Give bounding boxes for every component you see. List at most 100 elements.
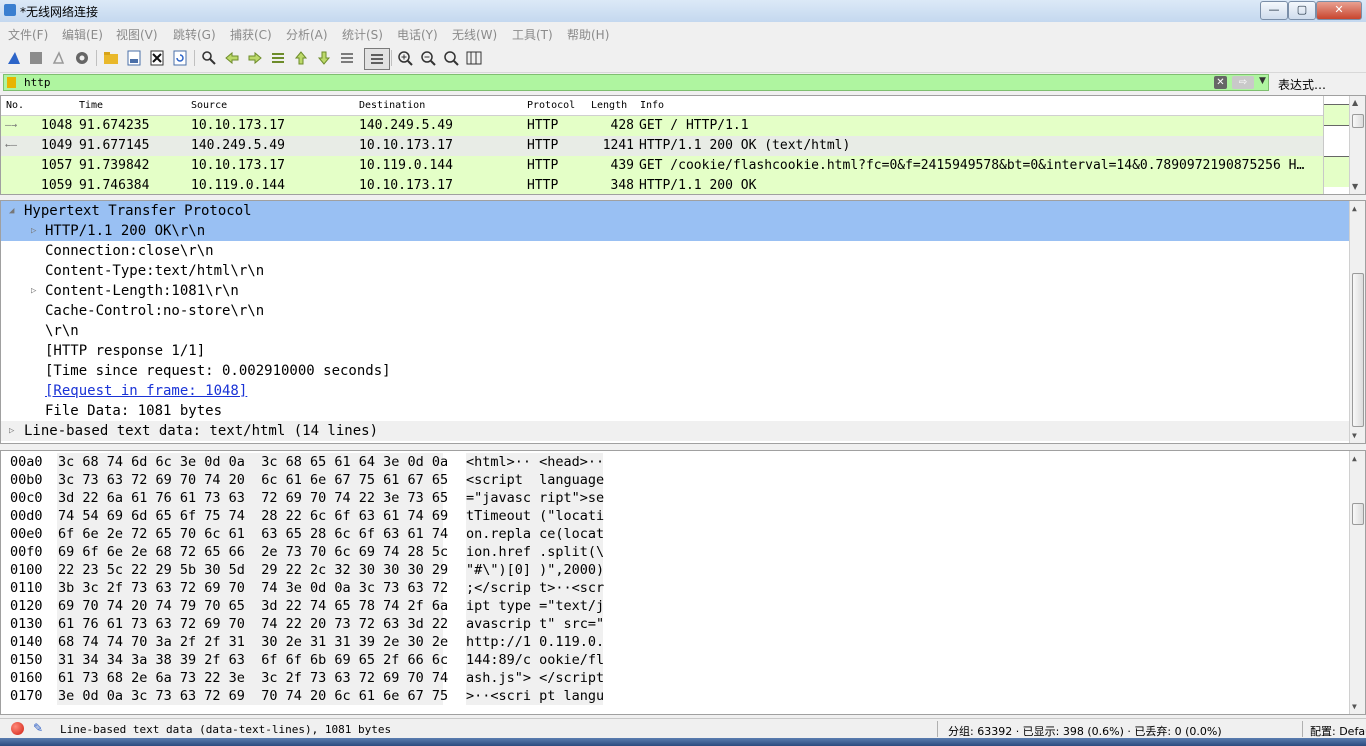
packet-list-scrollbar[interactable]: ▲ ▼ [1349, 96, 1365, 194]
hex-row[interactable]: 0110 3b 3c 2f 73 63 72 69 70 74 3e 0d 0a … [1, 579, 611, 597]
close-button[interactable]: ✕ [1316, 1, 1362, 20]
hex-bytes[interactable]: 3b 3c 2f 73 63 72 69 70 74 3e 0d 0a 3c 7… [57, 579, 448, 597]
packet-row[interactable]: —→ 1048 91.674235 10.10.173.17 140.249.5… [1, 116, 1323, 136]
hex-row[interactable]: 00f0 69 6f 6e 2e 68 72 65 66 2e 73 70 6c … [1, 543, 611, 561]
bookmark-icon[interactable] [7, 77, 16, 88]
chevron-down-icon[interactable]: ▼ [1259, 76, 1266, 86]
display-filter-text[interactable]: http [24, 76, 51, 89]
tree-item-header[interactable]: Connection:close\r\n [1, 241, 1349, 261]
autoscroll-icon[interactable] [338, 49, 356, 67]
hex-bytes[interactable]: 3e 0d 0a 3c 73 63 72 69 70 74 20 6c 61 6… [57, 687, 448, 705]
close-file-icon[interactable] [148, 49, 166, 67]
goto-packet-icon[interactable] [269, 49, 287, 67]
scroll-up-icon[interactable]: ▲ [1352, 98, 1358, 107]
hex-ascii[interactable]: avascrip t" src=" [466, 615, 604, 633]
tree-item-header[interactable]: Cache-Control:no-store\r\n [1, 301, 1349, 321]
options-gear-icon[interactable] [73, 49, 91, 67]
hex-bytes[interactable]: 69 70 74 20 74 79 70 65 3d 22 74 65 78 7… [57, 597, 448, 615]
bytes-scrollbar[interactable]: ▲ ▼ [1349, 451, 1365, 714]
tree-item-line-based-text[interactable]: ▷ Line-based text data: text/html (14 li… [1, 421, 1349, 441]
open-folder-icon[interactable] [102, 49, 120, 67]
hex-row[interactable]: 00b0 3c 73 63 72 69 70 74 20 6c 61 6e 67 … [1, 471, 611, 489]
tree-item-header[interactable]: \r\n [1, 321, 1349, 341]
menu-analyze[interactable]: 分析(A) [286, 26, 328, 43]
stop-icon[interactable] [27, 49, 45, 67]
hex-row[interactable]: 0170 3e 0d 0a 3c 73 63 72 69 70 74 20 6c … [1, 687, 611, 705]
hex-row[interactable]: 0100 22 23 5c 22 29 5b 30 5d 29 22 2c 32 … [1, 561, 611, 579]
expand-right-icon[interactable]: ▷ [31, 221, 36, 241]
packet-row[interactable]: 1059 91.746384 10.119.0.144 10.10.173.17… [1, 176, 1323, 194]
clear-filter-icon[interactable]: ✕ [1214, 76, 1227, 89]
tree-item-info[interactable]: [HTTP response 1/1] [1, 341, 1349, 361]
expression-button[interactable]: 表达式… [1278, 76, 1326, 93]
menu-telephony[interactable]: 电话(Y) [397, 26, 438, 43]
menu-go[interactable]: 跳转(G) [173, 26, 216, 43]
menu-wireless[interactable]: 无线(W) [452, 26, 497, 43]
first-packet-icon[interactable] [292, 49, 310, 67]
column-header-no[interactable]: No. [6, 100, 24, 111]
hex-row[interactable]: 0160 61 73 68 2e 6a 73 22 3e 3c 2f 73 63 … [1, 669, 611, 687]
hex-ascii[interactable]: ipt type ="text/j [466, 597, 604, 615]
hex-bytes[interactable]: 69 6f 6e 2e 68 72 65 66 2e 73 70 6c 69 7… [57, 543, 448, 561]
hex-bytes[interactable]: 22 23 5c 22 29 5b 30 5d 29 22 2c 32 30 3… [57, 561, 448, 579]
hex-ascii[interactable]: ash.js"> </script [466, 669, 604, 687]
zoom-reset-icon[interactable] [442, 49, 460, 67]
column-header-length[interactable]: Length [591, 100, 627, 111]
minimize-button[interactable]: — [1260, 1, 1288, 20]
forward-arrow-icon[interactable] [246, 49, 264, 67]
packet-minimap[interactable] [1323, 96, 1350, 194]
hex-ascii[interactable]: ;</scrip t>··<scr [466, 579, 604, 597]
tree-item-request-link[interactable]: [Request in frame: 1048] [1, 381, 1349, 401]
colorize-icon[interactable] [364, 48, 390, 70]
hex-bytes[interactable]: 3c 68 74 6d 6c 3e 0d 0a 3c 68 65 61 64 3… [57, 453, 448, 471]
menu-help[interactable]: 帮助(H) [567, 26, 609, 43]
reload-icon[interactable] [171, 49, 189, 67]
scroll-up-icon[interactable]: ▲ [1352, 454, 1357, 463]
save-icon[interactable] [125, 49, 143, 67]
hex-bytes[interactable]: 3d 22 6a 61 76 61 73 63 72 69 70 74 22 3… [57, 489, 448, 507]
hex-row[interactable]: 00d0 74 54 69 6d 65 6f 75 74 28 22 6c 6f … [1, 507, 611, 525]
hex-ascii[interactable]: 144:89/c ookie/fl [466, 651, 604, 669]
scrollbar-thumb[interactable] [1352, 114, 1364, 128]
hex-row[interactable]: 0130 61 76 61 73 63 72 69 70 74 22 20 73 … [1, 615, 611, 633]
edit-comment-icon[interactable]: ✎ [33, 721, 43, 735]
zoom-in-icon[interactable] [396, 49, 414, 67]
hex-row[interactable]: 0150 31 34 34 3a 38 39 2f 63 6f 6f 6b 69 … [1, 651, 611, 669]
tree-item-header[interactable]: Content-Type:text/html\r\n [1, 261, 1349, 281]
hex-bytes[interactable]: 74 54 69 6d 65 6f 75 74 28 22 6c 6f 63 6… [57, 507, 448, 525]
scrollbar-thumb[interactable] [1352, 273, 1364, 427]
column-header-source[interactable]: Source [191, 100, 227, 111]
hex-ascii[interactable]: "#\")[0] )",2000) [466, 561, 604, 579]
status-profile[interactable]: 配置: Default [1310, 723, 1366, 739]
scroll-up-icon[interactable]: ▲ [1352, 204, 1357, 213]
last-packet-icon[interactable] [315, 49, 333, 67]
hex-ascii[interactable]: <script language [466, 471, 604, 489]
hex-ascii[interactable]: <html>·· <head>·· [466, 453, 604, 471]
scroll-down-icon[interactable]: ▼ [1352, 431, 1357, 440]
tree-item-http[interactable]: ◢ Hypertext Transfer Protocol [1, 201, 1349, 221]
request-frame-link[interactable]: [Request in frame: 1048] [45, 381, 247, 401]
details-scrollbar[interactable]: ▲ ▼ [1349, 201, 1365, 443]
column-header-protocol[interactable]: Protocol [527, 100, 575, 111]
resize-columns-icon[interactable] [465, 49, 483, 67]
scrollbar-thumb[interactable] [1352, 503, 1364, 525]
column-header-time[interactable]: Time [79, 100, 103, 111]
hex-bytes[interactable]: 3c 73 63 72 69 70 74 20 6c 61 6e 67 75 6… [57, 471, 448, 489]
hex-row[interactable]: 00e0 6f 6e 2e 72 65 70 6c 61 63 65 28 6c … [1, 525, 611, 543]
tree-item-info[interactable]: [Time since request: 0.002910000 seconds… [1, 361, 1349, 381]
tree-item-header[interactable]: ▷ Content-Length:1081\r\n [1, 281, 1349, 301]
menu-file[interactable]: 文件(F) [8, 26, 48, 43]
expand-right-icon[interactable]: ▷ [31, 281, 36, 301]
tree-item-status-line[interactable]: ▷ HTTP/1.1 200 OK\r\n [1, 221, 1349, 241]
packet-row[interactable]: ←— 1049 91.677145 140.249.5.49 10.10.173… [1, 136, 1323, 156]
menu-statistics[interactable]: 统计(S) [342, 26, 383, 43]
hex-row[interactable]: 0140 68 74 74 70 3a 2f 2f 31 30 2e 31 31 … [1, 633, 611, 651]
hex-bytes[interactable]: 6f 6e 2e 72 65 70 6c 61 63 65 28 6c 6f 6… [57, 525, 448, 543]
menu-tools[interactable]: 工具(T) [512, 26, 553, 43]
hex-ascii[interactable]: on.repla ce(locat [466, 525, 604, 543]
maximize-button[interactable]: ▢ [1288, 1, 1316, 20]
hex-ascii[interactable]: >··<scri pt langu [466, 687, 604, 705]
find-icon[interactable] [200, 49, 218, 67]
display-filter-input[interactable]: http ✕ ⇨ ▼ [3, 74, 1269, 91]
expert-info-icon[interactable] [11, 722, 24, 735]
